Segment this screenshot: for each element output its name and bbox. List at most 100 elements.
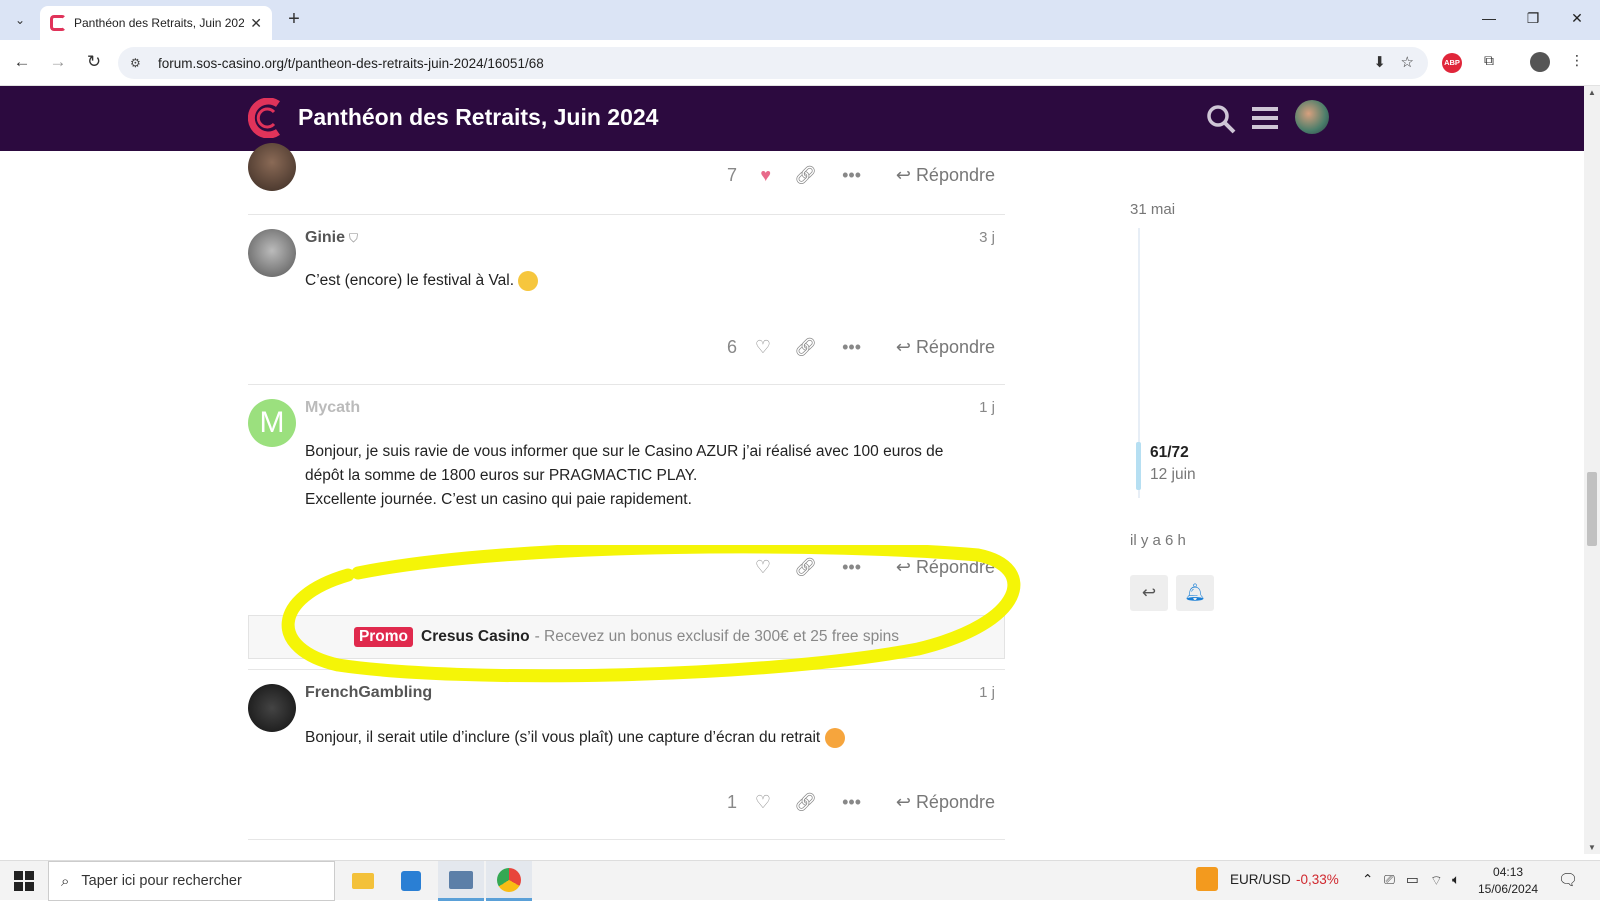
promo-badge: Promo — [353, 627, 414, 647]
more-icon[interactable]: ••• — [842, 337, 861, 358]
extensions-puzzle-icon[interactable]: ⧉ — [1478, 52, 1500, 74]
reload-icon[interactable]: ↻ — [82, 52, 106, 72]
file-explorer-icon[interactable] — [340, 861, 386, 901]
ticker-symbol[interactable]: EUR/USD — [1230, 872, 1291, 887]
browser-tab[interactable]: Panthéon des Retraits, Juin 2024 ✕ — [40, 6, 272, 40]
browser-menu-icon[interactable]: ⋮ — [1566, 52, 1588, 74]
new-tab-button[interactable]: + — [282, 8, 306, 31]
avatar[interactable] — [248, 684, 296, 732]
url-text: forum.sos-casino.org/t/pantheon-des-retr… — [158, 55, 544, 71]
more-icon[interactable]: ••• — [842, 792, 861, 813]
scroll-up-arrow-icon[interactable]: ▲ — [1588, 88, 1596, 97]
install-app-icon[interactable]: ⬇ — [1373, 53, 1386, 71]
heart-outline-icon[interactable]: ♡ — [755, 557, 771, 578]
restore-button[interactable]: ❐ — [1518, 10, 1548, 27]
post-ginie: Ginie ⛉ 3 j C’est (encore) le festival à … — [248, 214, 1005, 384]
post-body: Bonjour, je suis ravie de vous informer … — [305, 443, 944, 508]
adblock-extension-icon[interactable]: ABP — [1442, 53, 1462, 73]
post-body: C’est (encore) le festival à Val. — [305, 269, 995, 293]
avatar[interactable] — [248, 229, 296, 277]
wink-emoji-icon — [518, 270, 539, 291]
volume-icon[interactable]: 🔈︎ — [1452, 872, 1460, 888]
like-count: 6 — [726, 337, 737, 357]
post-date[interactable]: 1 j — [979, 399, 995, 416]
link-icon[interactable]: 🔗︎ — [794, 792, 817, 813]
tray-overflow-chevron-icon[interactable]: ⌃ — [1362, 872, 1373, 888]
reply-arrow-icon: ↩ — [895, 337, 916, 357]
link-icon[interactable]: 🔗︎ — [794, 557, 817, 578]
page-scrollbar[interactable]: ▲ ▼ — [1584, 86, 1600, 854]
divider — [248, 839, 1005, 840]
reply-arrow-icon: ↩ — [895, 792, 916, 812]
post-date[interactable]: 1 j — [979, 684, 995, 701]
link-icon[interactable]: 🔗︎ — [794, 165, 817, 186]
os-taskbar: ⌕ Taper ici pour rechercher EUR/USD -0,3… — [0, 860, 1600, 901]
link-icon[interactable]: 🔗︎ — [794, 337, 817, 358]
notifications-icon[interactable]: 🗨︎ — [1558, 870, 1578, 890]
site-header: Panthéon des Retraits, Juin 2024 — [0, 86, 1584, 151]
microsoft-store-icon[interactable] — [388, 861, 434, 901]
promo-brand: Cresus Casino — [421, 628, 530, 645]
reply-button[interactable]: ↩ Répondre — [896, 337, 995, 358]
bell-icon: 🔔︎ — [1184, 583, 1206, 602]
chrome-icon[interactable] — [486, 861, 532, 901]
remote-desktop-icon[interactable] — [438, 861, 484, 901]
tab-title: Panthéon des Retraits, Juin 2024 — [74, 16, 245, 30]
close-tab-icon[interactable]: ✕ — [250, 15, 262, 32]
timeline-handle[interactable] — [1136, 442, 1141, 490]
scrollbar-thumb[interactable] — [1587, 472, 1597, 546]
reply-arrow-icon: ↩ — [895, 557, 916, 577]
moderator-shield-icon: ⛉ — [349, 231, 359, 245]
avatar[interactable]: M — [248, 399, 296, 447]
site-favicon-icon — [50, 15, 66, 31]
system-clock[interactable]: 04:13 15/06/2024 — [1478, 864, 1538, 898]
taskbar-search-input[interactable]: ⌕ Taper ici pour rechercher — [48, 861, 335, 901]
notification-bell-button[interactable]: 🔔︎ — [1176, 575, 1214, 611]
post-username[interactable]: Mycath — [305, 399, 360, 417]
profile-avatar[interactable] — [1530, 52, 1550, 72]
post-actions: 1 ♡ 🔗︎ ••• ↩ Répondre — [248, 792, 1005, 822]
heart-filled-icon[interactable]: ♥ — [760, 165, 771, 186]
forward-arrow-icon[interactable]: → — [46, 52, 70, 72]
timeline-position-date: 12 juin — [1150, 466, 1196, 483]
post-date[interactable]: 3 j — [979, 229, 995, 246]
post-username[interactable]: Ginie ⛉ — [305, 229, 358, 247]
promo-banner[interactable]: Promo Cresus Casino - Recevez un bonus e… — [248, 615, 1005, 659]
wifi-icon[interactable]: ⌔ — [1430, 872, 1443, 889]
timeline-start-date[interactable]: 31 mai — [1130, 201, 1175, 218]
timeline-last-activity[interactable]: il y a 6 h — [1130, 532, 1186, 549]
close-window-button[interactable]: ✕ — [1562, 10, 1592, 27]
post-username[interactable]: FrenchGambling — [305, 684, 432, 702]
post-actions: 6 ♡ 🔗︎ ••• ↩ Répondre — [248, 337, 1005, 367]
address-bar[interactable]: ⚙ forum.sos-casino.org/t/pantheon-des-re… — [118, 47, 1428, 79]
scroll-down-arrow-icon[interactable]: ▼ — [1588, 843, 1596, 852]
reply-button[interactable]: ↩ Répondre — [896, 792, 995, 813]
back-arrow-icon[interactable]: ← — [10, 52, 34, 72]
site-info-icon[interactable]: ⚙ — [130, 56, 144, 70]
meet-camera-icon[interactable]: ⎚ — [1384, 872, 1395, 888]
bookmark-star-icon[interactable]: ☆ — [1401, 53, 1414, 71]
minimize-button[interactable]: — — [1474, 10, 1504, 26]
timeline-reply-button[interactable]: ↩ — [1130, 575, 1168, 611]
reply-button[interactable]: ↩ Répondre — [896, 557, 995, 578]
hearts-smiley-emoji-icon — [824, 727, 845, 748]
hamburger-menu-icon[interactable] — [1252, 106, 1278, 137]
more-icon[interactable]: ••• — [842, 165, 861, 186]
heart-outline-icon[interactable]: ♡ — [755, 792, 771, 813]
tab-search-button[interactable]: ⌄ — [8, 8, 32, 32]
heart-outline-icon[interactable]: ♡ — [755, 337, 771, 358]
post-body: Bonjour, il serait utile d’inclure (s’il… — [305, 726, 995, 750]
topic-title[interactable]: Panthéon des Retraits, Juin 2024 — [298, 104, 658, 131]
site-logo-icon[interactable] — [248, 98, 286, 138]
windows-start-icon[interactable] — [14, 871, 34, 891]
post-actions: 7 ♥ 🔗︎ ••• ↩ Répondre — [248, 165, 1005, 195]
battery-icon[interactable]: ▭ — [1406, 872, 1419, 888]
more-icon[interactable]: ••• — [842, 557, 861, 578]
search-icon[interactable] — [1206, 104, 1236, 141]
user-avatar[interactable] — [1295, 100, 1329, 134]
browser-toolbar: ← → ↻ ⚙ forum.sos-casino.org/t/pantheon-… — [0, 40, 1600, 86]
ticker-widget-icon[interactable] — [1196, 867, 1218, 891]
promo-text: - Recevez un bonus exclusif de 300€ et 2… — [534, 628, 900, 645]
search-icon: ⌕ — [61, 872, 70, 890]
reply-button[interactable]: ↩ Répondre — [896, 165, 995, 186]
